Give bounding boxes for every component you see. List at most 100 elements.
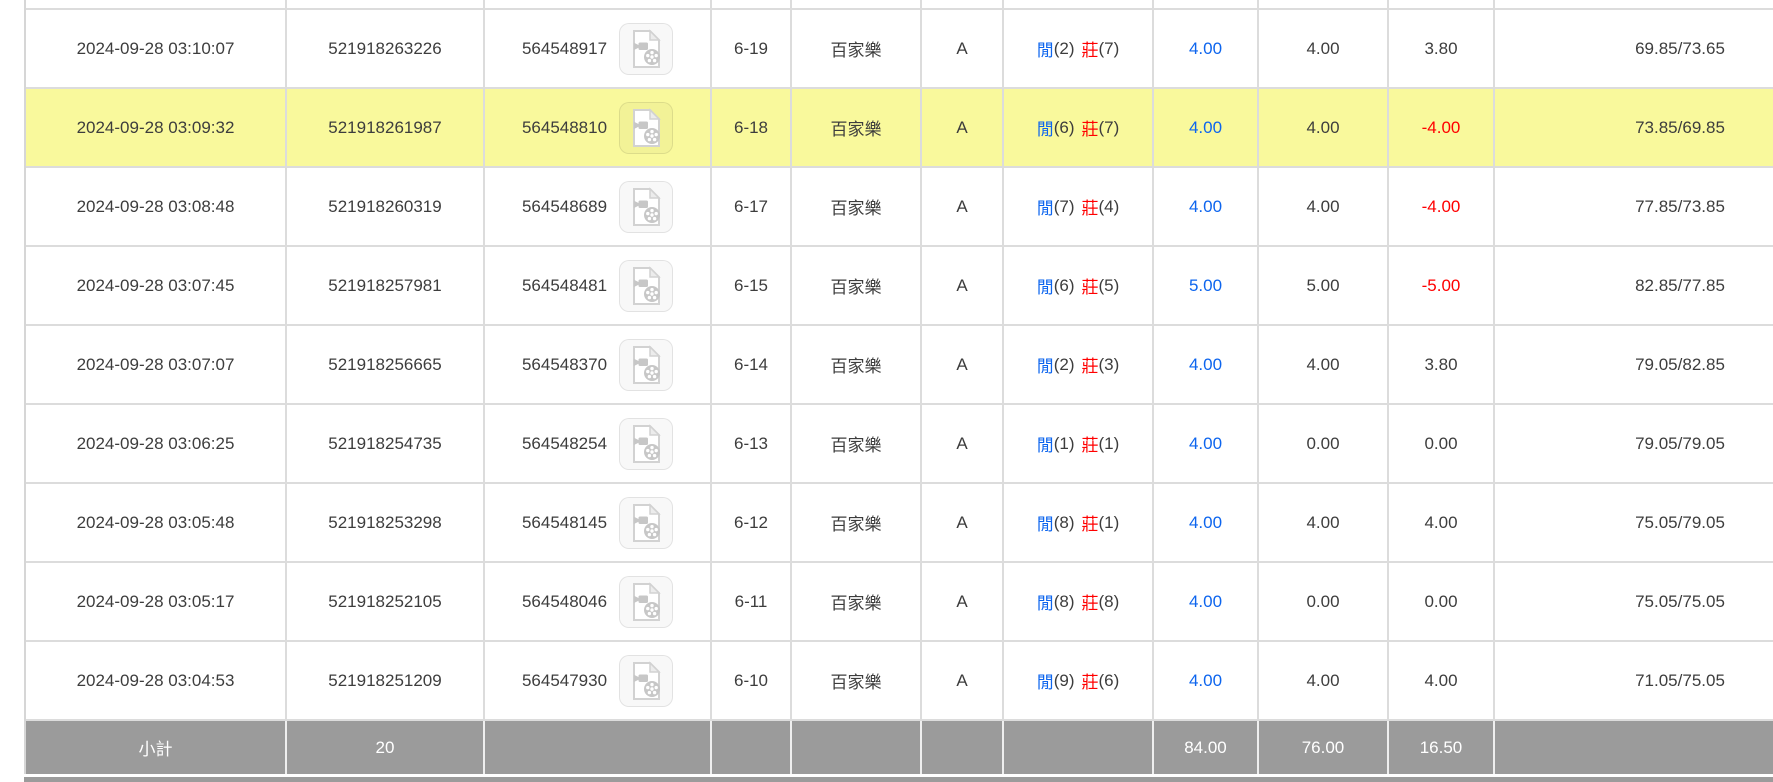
- banker-label: 莊: [1081, 357, 1099, 376]
- bet-amount-link[interactable]: 4.00: [1154, 405, 1259, 482]
- balance-cell: 75.05/75.05: [1635, 591, 1725, 611]
- round-id-cell: 564548145: [485, 484, 712, 561]
- table-name-cell: A: [922, 10, 1004, 87]
- game-type-cell: 百家樂: [792, 405, 922, 482]
- bet-amount-link[interactable]: 4.00: [1154, 642, 1259, 719]
- table-row[interactable]: 2024-09-28 03:07:45 521918257981 5645484…: [26, 247, 1773, 326]
- balance-cell: 73.85/69.85: [1635, 117, 1725, 137]
- balance-cell: 77.85/73.85: [1635, 196, 1725, 216]
- bet-amount-link[interactable]: 4.00: [1154, 168, 1259, 245]
- bet-amount-link[interactable]: 5.00: [1154, 247, 1259, 324]
- banker-label: 莊: [1081, 436, 1099, 455]
- player-label: 閒: [1036, 199, 1054, 218]
- table-name-cell: A: [922, 642, 1004, 719]
- bet-id-cell: 521918252105: [287, 563, 485, 640]
- table-name-cell: A: [922, 247, 1004, 324]
- table-row[interactable]: 2024-09-28 03:08:48 521918260319 5645486…: [26, 168, 1773, 247]
- player-label: 閒: [1036, 278, 1054, 297]
- round-id-value: 564548689: [521, 196, 608, 216]
- game-type-cell: 百家樂: [792, 168, 922, 245]
- banker-label: 莊: [1081, 120, 1099, 139]
- round-id-cell: 564548370: [485, 326, 712, 403]
- result-cell: 閒 (2) 莊 (3): [1004, 326, 1154, 403]
- player-label: 閒: [1036, 41, 1054, 60]
- round-id-value: 564548145: [521, 512, 608, 532]
- video-replay-icon[interactable]: [619, 22, 674, 75]
- valid-bet-cell: 0.00: [1259, 405, 1389, 482]
- player-label: 閒: [1036, 436, 1054, 455]
- bet-id-cell: 521918257981: [287, 247, 485, 324]
- valid-bet-cell: 4.00: [1259, 642, 1389, 719]
- banker-label: 莊: [1081, 673, 1099, 692]
- valid-bet-cell: 5.00: [1259, 247, 1389, 324]
- player-label: 閒: [1036, 357, 1054, 376]
- win-loss-cell: -5.00: [1389, 247, 1495, 324]
- round-number-cell: 6-19: [712, 10, 792, 87]
- subtotal-bet: 84.00: [1154, 721, 1259, 774]
- banker-label: 莊: [1081, 199, 1099, 218]
- video-replay-icon[interactable]: [619, 180, 674, 233]
- banker-points: (3): [1098, 354, 1120, 374]
- player-label: 閒: [1036, 673, 1054, 692]
- player-points: (6): [1053, 117, 1075, 137]
- bet-time-cell: 2024-09-28 03:08:48: [26, 168, 287, 245]
- win-loss-cell: 4.00: [1389, 642, 1495, 719]
- bet-amount-link[interactable]: 4.00: [1154, 326, 1259, 403]
- result-cell: 閒 (1) 莊 (1): [1004, 405, 1154, 482]
- valid-bet-cell: 4.00: [1259, 168, 1389, 245]
- table-row[interactable]: 2024-09-28 03:04:53 521918251209 5645479…: [26, 642, 1773, 721]
- balance-cell: 79.05/82.85: [1635, 354, 1725, 374]
- bet-id-cell: 521918260319: [287, 168, 485, 245]
- valid-bet-cell: 0.00: [1259, 563, 1389, 640]
- table-row[interactable]: 2024-09-28 03:10:07 521918263226 5645489…: [26, 10, 1773, 89]
- bet-amount-link[interactable]: 4.00: [1154, 563, 1259, 640]
- balance-cell: 79.05/79.05: [1635, 433, 1725, 453]
- banker-label: 莊: [1081, 594, 1099, 613]
- table-row[interactable]: 2024-09-28 03:05:48 521918253298 5645481…: [26, 484, 1773, 563]
- player-label: 閒: [1036, 515, 1054, 534]
- table-row[interactable]: 2024-09-28 03:05:17 521918252105 5645480…: [26, 563, 1773, 642]
- round-id-cell: 564548917: [485, 10, 712, 87]
- video-replay-icon[interactable]: [619, 338, 674, 391]
- video-replay-icon[interactable]: [619, 417, 674, 470]
- video-replay-icon[interactable]: [619, 496, 674, 549]
- bet-amount-link[interactable]: 4.00: [1154, 10, 1259, 87]
- bet-history-screen: 2024-09-28 03:10:07 521918263226 5645489…: [0, 0, 1773, 782]
- valid-bet-cell: 4.00: [1259, 89, 1389, 166]
- subtotal-row: 小計 20 84.00 76.00 16.50: [26, 721, 1773, 774]
- table-row[interactable]: 2024-09-28 03:06:25 521918254735 5645482…: [26, 405, 1773, 484]
- round-number-cell: 6-14: [712, 326, 792, 403]
- player-points: (6): [1053, 275, 1075, 295]
- player-points: (8): [1053, 512, 1075, 532]
- bet-id-cell: 521918251209: [287, 642, 485, 719]
- video-replay-icon[interactable]: [619, 259, 674, 312]
- bet-time-cell: 2024-09-28 03:09:32: [26, 89, 287, 166]
- subtotal-count: 20: [287, 721, 485, 774]
- bet-history-table: 2024-09-28 03:10:07 521918263226 5645489…: [24, 0, 1773, 774]
- balance-cell: 75.05/79.05: [1635, 512, 1725, 532]
- video-replay-icon[interactable]: [619, 654, 674, 707]
- bet-time-cell: 2024-09-28 03:04:53: [26, 642, 287, 719]
- bet-time-cell: 2024-09-28 03:10:07: [26, 10, 287, 87]
- banker-points: (8): [1098, 591, 1120, 611]
- bet-amount-link[interactable]: 4.00: [1154, 484, 1259, 561]
- bet-amount-link[interactable]: 4.00: [1154, 89, 1259, 166]
- table-row[interactable]: 2024-09-28 03:07:07 521918256665 5645483…: [26, 326, 1773, 405]
- banker-label: 莊: [1081, 278, 1099, 297]
- result-cell: 閒 (8) 莊 (8): [1004, 563, 1154, 640]
- table-name-cell: A: [922, 168, 1004, 245]
- video-replay-icon[interactable]: [619, 101, 674, 154]
- banker-points: (7): [1098, 38, 1120, 58]
- player-label: 閒: [1036, 594, 1054, 613]
- round-id-value: 564548046: [521, 591, 608, 611]
- table-row[interactable]: 2024-09-28 03:09:32 521918261987 5645488…: [26, 89, 1773, 168]
- round-number-cell: 6-18: [712, 89, 792, 166]
- result-cell: 閒 (9) 莊 (6): [1004, 642, 1154, 719]
- video-replay-icon[interactable]: [619, 575, 674, 628]
- bet-id-cell: 521918263226: [287, 10, 485, 87]
- game-type-cell: 百家樂: [792, 10, 922, 87]
- player-points: (2): [1053, 38, 1075, 58]
- round-id-cell: 564548689: [485, 168, 712, 245]
- round-id-value: 564547930: [521, 670, 608, 690]
- result-cell: 閒 (8) 莊 (1): [1004, 484, 1154, 561]
